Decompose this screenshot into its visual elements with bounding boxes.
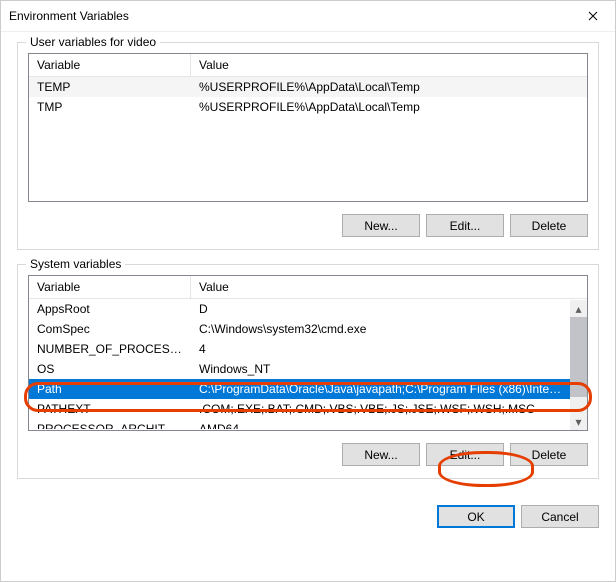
cell-variable: TMP: [29, 97, 191, 117]
user-new-button[interactable]: New...: [342, 214, 420, 237]
cell-value: %USERPROFILE%\AppData\Local\Temp: [191, 77, 587, 97]
close-icon: [588, 11, 598, 21]
cell-value: %USERPROFILE%\AppData\Local\Temp: [191, 97, 587, 117]
system-variables-buttons: New... Edit... Delete: [28, 443, 588, 466]
environment-variables-dialog: Environment Variables User variables for…: [0, 0, 616, 582]
ok-button[interactable]: OK: [437, 505, 515, 528]
scroll-up-arrow-icon[interactable]: ▴: [570, 300, 587, 317]
table-row[interactable]: PathC:\ProgramData\Oracle\Java\javapath;…: [29, 379, 570, 399]
scroll-down-arrow-icon[interactable]: ▾: [570, 413, 587, 430]
table-row[interactable]: PROCESSOR_ARCHITECTUREAMD64: [29, 419, 570, 429]
system-delete-button[interactable]: Delete: [510, 443, 588, 466]
table-row[interactable]: PATHEXT.COM;.EXE;.BAT;.CMD;.VBS;.VBE;.JS…: [29, 399, 570, 419]
user-variables-title: User variables for video: [26, 35, 160, 49]
cell-variable: PATHEXT: [29, 399, 191, 419]
table-row[interactable]: TEMP%USERPROFILE%\AppData\Local\Temp: [29, 77, 587, 97]
system-variables-list[interactable]: Variable Value AppsRootDComSpecC:\Window…: [28, 275, 588, 431]
cell-value: C:\ProgramData\Oracle\Java\javapath;C:\P…: [191, 379, 570, 399]
scroll-thumb[interactable]: [570, 317, 587, 397]
close-button[interactable]: [570, 1, 615, 31]
table-row[interactable]: ComSpecC:\Windows\system32\cmd.exe: [29, 319, 570, 339]
system-variables-group: System variables Variable Value AppsRoot…: [17, 264, 599, 479]
user-delete-button[interactable]: Delete: [510, 214, 588, 237]
user-variables-list[interactable]: Variable Value TEMP%USERPROFILE%\AppData…: [28, 53, 588, 202]
user-variables-buttons: New... Edit... Delete: [28, 214, 588, 237]
system-new-button[interactable]: New...: [342, 443, 420, 466]
window-title: Environment Variables: [9, 9, 570, 23]
cancel-button[interactable]: Cancel: [521, 505, 599, 528]
system-edit-button[interactable]: Edit...: [426, 443, 504, 466]
cell-value: Windows_NT: [191, 359, 570, 379]
cell-value: C:\Windows\system32\cmd.exe: [191, 319, 570, 339]
table-row[interactable]: TMP%USERPROFILE%\AppData\Local\Temp: [29, 97, 587, 117]
user-list-header: Variable Value: [29, 54, 587, 77]
system-list-header: Variable Value: [29, 276, 587, 299]
cell-value: D: [191, 299, 570, 319]
cell-variable: Path: [29, 379, 191, 399]
scroll-track[interactable]: [570, 317, 587, 413]
cell-value: 4: [191, 339, 570, 359]
system-variables-title: System variables: [26, 257, 125, 271]
table-row[interactable]: NUMBER_OF_PROCESSORS4: [29, 339, 570, 359]
column-header-value[interactable]: Value: [191, 276, 587, 298]
titlebar: Environment Variables: [1, 1, 615, 32]
cell-value: .COM;.EXE;.BAT;.CMD;.VBS;.VBE;.JS;.JSE;.…: [191, 399, 570, 419]
cell-variable: TEMP: [29, 77, 191, 97]
user-variables-group: User variables for video Variable Value …: [17, 42, 599, 250]
cell-variable: PROCESSOR_ARCHITECTURE: [29, 419, 191, 429]
system-list-scrollbar[interactable]: ▴ ▾: [570, 300, 587, 430]
table-row[interactable]: OSWindows_NT: [29, 359, 570, 379]
cell-variable: NUMBER_OF_PROCESSORS: [29, 339, 191, 359]
column-header-value[interactable]: Value: [191, 54, 587, 76]
table-row[interactable]: AppsRootD: [29, 299, 570, 319]
column-header-variable[interactable]: Variable: [29, 54, 191, 76]
user-edit-button[interactable]: Edit...: [426, 214, 504, 237]
cell-variable: OS: [29, 359, 191, 379]
cell-variable: AppsRoot: [29, 299, 191, 319]
cell-value: AMD64: [191, 419, 570, 429]
cell-variable: ComSpec: [29, 319, 191, 339]
column-header-variable[interactable]: Variable: [29, 276, 191, 298]
dialog-footer: OK Cancel: [1, 493, 615, 540]
